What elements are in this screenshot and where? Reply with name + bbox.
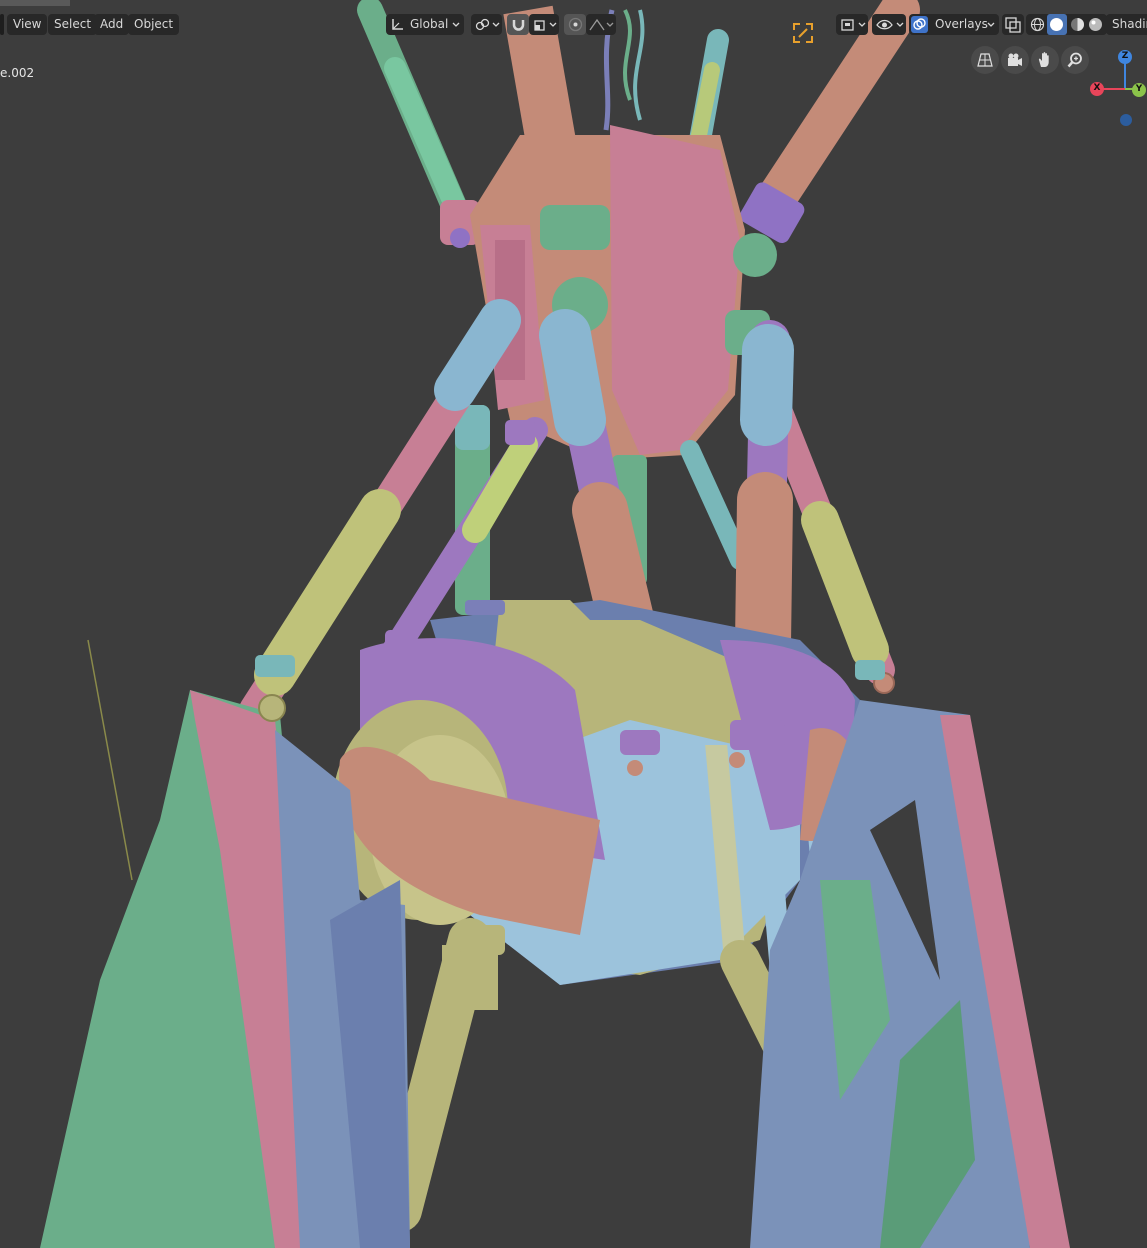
header-strip [0, 0, 70, 6]
falloff-dropdown[interactable] [586, 14, 616, 35]
overlay-icon [911, 16, 928, 33]
xray-icon [1005, 17, 1021, 33]
gizmo-x-label: X [1093, 83, 1101, 93]
chevron-down-icon [452, 22, 460, 27]
chevron-down-icon [606, 22, 614, 27]
zoom-icon [1067, 52, 1082, 68]
robot-model[interactable] [0, 0, 1147, 1248]
xray-toggle[interactable] [1002, 14, 1024, 35]
pivot-dropdown[interactable] [471, 14, 502, 35]
chevron-down-icon [858, 22, 866, 27]
view-menu[interactable]: View [7, 14, 48, 35]
object-types-dropdown[interactable] [836, 14, 868, 35]
rendered-shading-icon[interactable] [1088, 17, 1103, 32]
gizmo-z-label: Z [1121, 51, 1129, 61]
gizmo-dropdown[interactable] [872, 14, 906, 35]
3d-viewport[interactable]: e.002 View Select Add Object Global Over… [0, 0, 1147, 1248]
add-menu[interactable]: Add [94, 14, 130, 35]
object-types-icon [841, 19, 854, 31]
snap-target-dropdown[interactable] [529, 14, 559, 35]
pivot-icon [475, 18, 490, 31]
proportional-edit-icon [568, 17, 583, 32]
mode-button-edge[interactable] [0, 14, 4, 35]
overlays-label: Overlays [935, 17, 988, 31]
solid-shading-icon [1050, 18, 1063, 31]
magnet-icon [512, 20, 525, 31]
transform-orientation-dropdown[interactable]: Global [386, 14, 464, 35]
chevron-down-icon [492, 22, 500, 27]
shading-mode-group [1026, 14, 1107, 35]
scene-guide-line [87, 639, 133, 881]
object-menu[interactable]: Object [128, 14, 180, 35]
gizmo-y-label: Y [1135, 84, 1143, 94]
falloff-icon [589, 18, 605, 31]
camera-frame-icon[interactable] [792, 22, 814, 44]
pan-view-button[interactable] [1031, 46, 1059, 74]
material-shading-icon[interactable] [1070, 17, 1085, 32]
proportional-edit-toggle[interactable] [564, 14, 586, 35]
shading-dropdown[interactable]: Shadin [1106, 14, 1147, 35]
gizmo-toggle-icon [876, 19, 893, 30]
chevron-down-icon [549, 22, 557, 27]
active-object-name: e.002 [0, 66, 35, 80]
camera-icon [1008, 53, 1022, 66]
perspective-grid-icon [977, 53, 993, 67]
overlays-dropdown[interactable]: Overlays [909, 14, 999, 35]
axes-icon [392, 19, 403, 30]
select-menu[interactable]: Select [48, 14, 98, 35]
wireframe-shading-icon[interactable] [1030, 17, 1045, 32]
snap-toggle[interactable] [507, 14, 529, 35]
hand-pan-icon [1038, 52, 1049, 67]
solid-shading-button[interactable] [1047, 14, 1067, 35]
chevron-down-icon [987, 22, 995, 27]
perspective-toggle[interactable] [971, 46, 999, 74]
snap-target-icon [534, 20, 545, 31]
orientation-label: Global [410, 17, 449, 31]
camera-view-button[interactable] [1001, 46, 1029, 74]
chevron-down-icon [896, 22, 904, 27]
